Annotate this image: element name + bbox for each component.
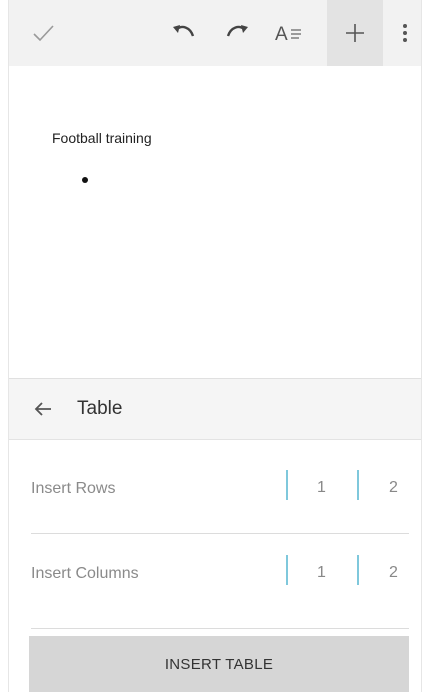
option-separator (286, 555, 288, 585)
back-arrow-icon[interactable] (31, 397, 55, 421)
columns-option-2[interactable]: 2 (389, 564, 398, 582)
panel-title: Table (77, 398, 123, 419)
insert-columns-row: Insert Columns 1 2 (31, 529, 409, 623)
bullet-point (82, 177, 88, 183)
insert-table-button[interactable]: INSERT TABLE (29, 636, 409, 692)
divider (31, 628, 409, 629)
toolbar: A (9, 0, 421, 67)
redo-icon[interactable] (222, 0, 254, 66)
text-format-icon[interactable]: A (273, 0, 307, 66)
insert-rows-row: Insert Rows 1 2 (31, 444, 409, 538)
option-separator (357, 555, 359, 585)
rows-option-1[interactable]: 1 (317, 479, 326, 497)
app-frame: A Football training Table Insert Rows 1 … (8, 0, 422, 692)
document-area[interactable]: Football training (9, 66, 421, 378)
plus-icon[interactable] (327, 0, 383, 66)
rows-option-2[interactable]: 2 (389, 479, 398, 497)
svg-text:A: A (275, 24, 288, 45)
undo-icon[interactable] (167, 0, 199, 66)
document-title: Football training (52, 130, 152, 146)
option-separator (286, 470, 288, 500)
insert-columns-label: Insert Columns (31, 565, 139, 582)
option-separator (357, 470, 359, 500)
columns-option-1[interactable]: 1 (317, 564, 326, 582)
panel-header: Table (9, 378, 421, 440)
insert-rows-label: Insert Rows (31, 480, 116, 497)
more-vert-icon[interactable] (395, 0, 415, 66)
check-icon[interactable] (27, 0, 59, 66)
